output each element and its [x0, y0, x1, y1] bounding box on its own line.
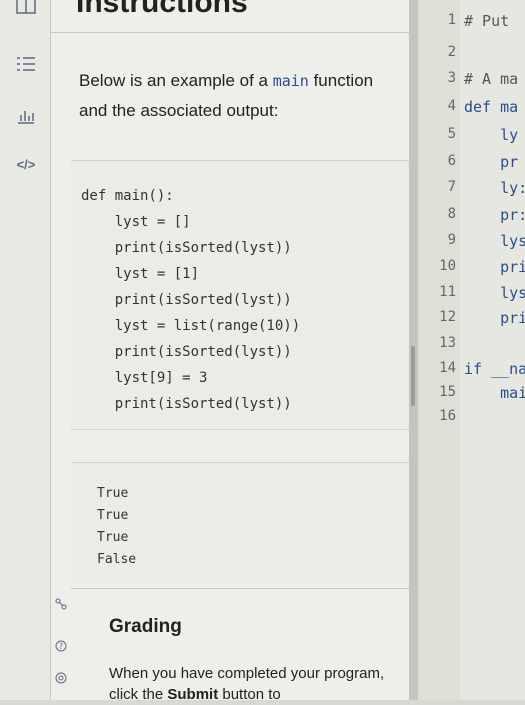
editor-line: lys: [464, 232, 525, 250]
grading-text-after: button to: [218, 686, 281, 703]
line-number: 11: [439, 284, 456, 300]
line-number-gutter: 1 2 3 4 5 6 7 8 9 10 11 12 13 14 15 16: [418, 0, 460, 700]
output-line: True: [97, 530, 129, 545]
output-line: True: [97, 508, 129, 523]
editor-line: lys: [464, 284, 525, 302]
grading-text: When you have completed your program, cl…: [109, 663, 389, 705]
editor-line: pr: [464, 153, 519, 171]
editor-line: if __nam: [464, 360, 525, 378]
line-number: 16: [439, 408, 456, 424]
line-number: 1: [447, 12, 456, 28]
left-rail: </>: [0, 0, 51, 700]
line-number: 4: [447, 98, 456, 114]
line-number: 3: [447, 70, 456, 86]
code-line: lyst[9] = 3: [81, 370, 208, 386]
code-editor[interactable]: 1 2 3 4 5 6 7 8 9 10 11 12 13 14 15 16 #…: [418, 0, 525, 700]
list-icon[interactable]: [14, 52, 38, 76]
code-line: print(isSorted(lyst)): [81, 292, 292, 308]
editor-line: ly: [464, 126, 519, 144]
intro-text: Below is an example of a main function a…: [79, 66, 399, 125]
intro-code: main: [272, 72, 309, 90]
line-number: 9: [447, 232, 456, 248]
editor-line: # A ma: [464, 70, 519, 88]
grading-heading: Grading: [109, 616, 182, 637]
line-number: 10: [439, 258, 456, 274]
chart-icon[interactable]: [14, 104, 38, 128]
editor-line: pr:: [464, 206, 525, 224]
intro-before: Below is an example of a: [79, 71, 273, 90]
share-icon[interactable]: [55, 598, 67, 613]
editor-line: ly:: [464, 179, 525, 197]
settings-icon[interactable]: [55, 672, 67, 687]
line-number: 8: [447, 206, 456, 222]
line-number: 7: [447, 179, 456, 195]
line-number: 15: [439, 384, 456, 400]
section-divider: [71, 588, 409, 589]
output-example: True True True False: [71, 462, 409, 583]
code-line: print(isSorted(lyst)): [81, 396, 292, 412]
code-icon[interactable]: </>: [14, 152, 38, 176]
code-line: lyst = [1]: [81, 266, 200, 282]
grading-text-bold: Submit: [167, 686, 219, 703]
help-icon[interactable]: ?: [55, 640, 67, 655]
output-line: True: [97, 486, 129, 501]
header-divider: [51, 32, 409, 33]
code-line: lyst = list(range(10)): [81, 318, 301, 334]
line-number: 14: [439, 360, 456, 376]
code-line: print(isSorted(lyst)): [81, 344, 292, 360]
page-title: Instructions: [76, 0, 248, 19]
editor-line: pri: [464, 258, 525, 276]
instructions-panel: Instructions Below is an example of a ma…: [51, 0, 409, 703]
code-line: print(isSorted(lyst)): [81, 240, 292, 256]
code-example: def main(): lyst = [] print(isSorted(lys…: [71, 160, 409, 430]
editor-line: mair: [500, 384, 525, 402]
line-number: 5: [447, 126, 456, 142]
line-number: 13: [439, 335, 456, 351]
editor-line: # Put: [464, 12, 510, 30]
line-number: 6: [447, 153, 456, 169]
line-number: 2: [447, 44, 456, 60]
output-line: False: [97, 552, 137, 567]
splitter-grip[interactable]: [411, 346, 415, 406]
svg-text:?: ?: [59, 642, 63, 651]
editor-line: def ma: [464, 98, 519, 116]
editor-line: pri: [464, 309, 525, 327]
code-line: lyst = []: [81, 214, 191, 230]
code-line: def main():: [81, 188, 174, 204]
book-icon[interactable]: [14, 0, 38, 18]
line-number: 12: [439, 309, 456, 325]
